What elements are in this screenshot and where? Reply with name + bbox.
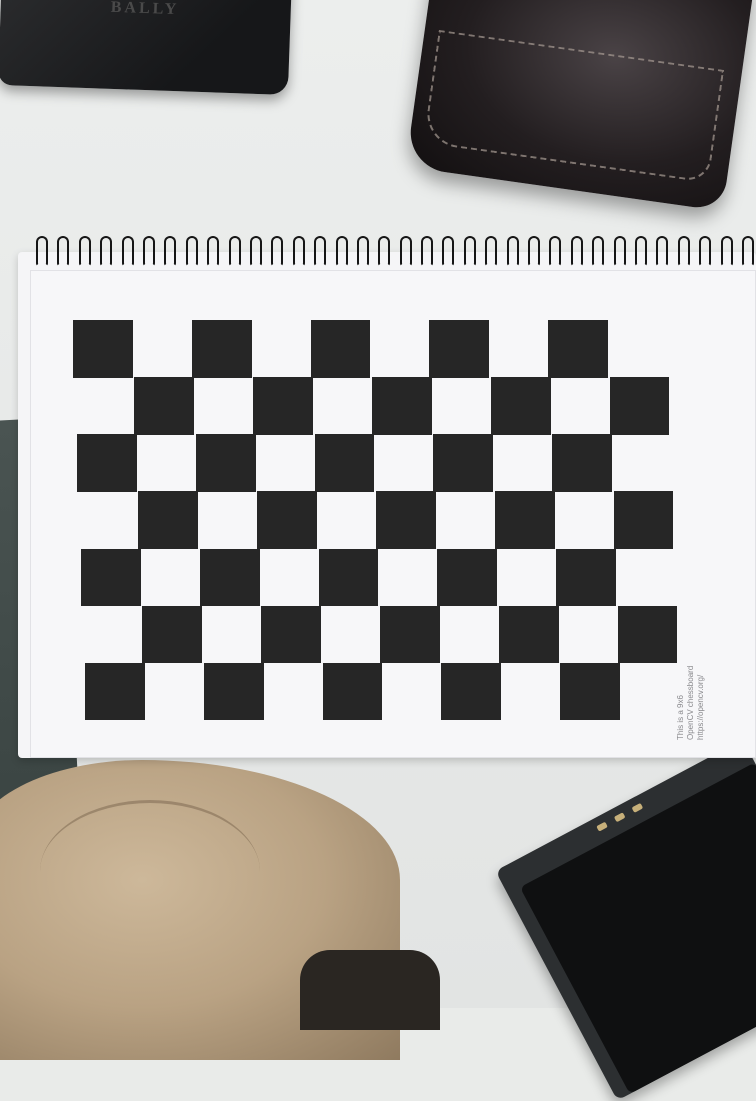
chessboard-dark-square — [429, 320, 490, 378]
laptop-port — [596, 821, 608, 832]
chessboard-dark-square — [494, 491, 555, 550]
spiral-coil — [57, 236, 70, 266]
chessboard-dark-square — [548, 320, 609, 378]
chessboard-dark-square — [613, 491, 674, 550]
dark-shadow — [300, 950, 440, 1030]
laptop-port — [631, 802, 644, 813]
spiral-coil — [677, 236, 690, 266]
opencv-chessboard — [73, 320, 678, 721]
spiral-coil — [485, 236, 498, 266]
chessboard-dark-square — [376, 491, 436, 550]
chessboard-dark-square — [490, 377, 551, 435]
laptop-port — [613, 812, 626, 823]
small-black-wallet: BALLY — [0, 0, 293, 96]
spiral-coil — [292, 236, 305, 266]
chessboard-dark-square — [142, 605, 203, 664]
spiral-coil — [549, 236, 562, 266]
spiral-coil — [613, 236, 626, 266]
trousers-fold — [40, 800, 260, 943]
chessboard-dark-square — [134, 377, 195, 435]
chessboard-dark-square — [253, 377, 314, 435]
chessboard-dark-square — [498, 605, 559, 664]
chessboard-dark-square — [199, 548, 260, 607]
chessboard-dark-square — [609, 377, 670, 435]
spiral-coil — [399, 236, 412, 266]
spiral-coil — [699, 236, 712, 266]
spiral-coil — [378, 236, 391, 266]
spiral-coil — [121, 236, 134, 266]
spiral-binding — [30, 236, 756, 272]
spiral-coil — [185, 236, 198, 266]
chessboard-dark-square — [191, 320, 252, 378]
spiral-coil — [249, 236, 262, 266]
chessboard-dark-square — [322, 662, 383, 721]
spiral-coil — [463, 236, 476, 266]
spiral-coil — [570, 236, 583, 266]
spiral-coil — [164, 236, 177, 266]
spiral-coil — [100, 236, 113, 266]
chessboard-dark-square — [617, 605, 678, 664]
chessboard-caption: This is a 9x6 OpenCV chessboard https://… — [676, 666, 706, 740]
spiral-coil — [421, 236, 434, 266]
caption-line-3: https://opencv.org/ — [696, 674, 705, 740]
caption-line-1: This is a 9x6 — [676, 695, 685, 740]
chessboard-dark-square — [314, 434, 375, 492]
chessboard-dark-square — [261, 605, 322, 664]
spiral-coil — [442, 236, 455, 266]
chessboard-dark-square — [81, 548, 141, 607]
spiral-coil — [635, 236, 648, 266]
chessboard-dark-square — [77, 434, 137, 492]
chessboard-dark-square — [560, 662, 621, 721]
spiral-coil — [656, 236, 669, 266]
chessboard-dark-square — [437, 548, 498, 607]
chessboard-dark-square — [556, 548, 617, 607]
chessboard-dark-square — [138, 491, 199, 550]
wallet-stitching — [423, 29, 725, 183]
caption-line-2: OpenCV chessboard — [686, 665, 695, 740]
spiral-coil — [207, 236, 220, 266]
spiral-coil — [335, 236, 348, 266]
chessboard-dark-square — [310, 320, 371, 378]
chessboard-dark-square — [433, 434, 494, 492]
chessboard-dark-square — [441, 662, 502, 721]
chessboard-dark-square — [372, 377, 432, 435]
spiral-coil — [271, 236, 284, 266]
spiral-coil — [142, 236, 155, 266]
chessboard-dark-square — [73, 320, 133, 378]
chessboard-dark-square — [257, 491, 318, 550]
chessboard-dark-square — [318, 548, 379, 607]
spiral-coil — [314, 236, 327, 266]
spiral-coil — [742, 236, 754, 266]
spiral-coil — [720, 236, 733, 266]
chessboard-dark-square — [203, 662, 264, 721]
spiral-coil — [506, 236, 519, 266]
spiral-coil — [228, 236, 241, 266]
chessboard-dark-square — [195, 434, 256, 492]
chessboard-dark-square — [552, 434, 613, 492]
chessboard-dark-square — [85, 662, 145, 721]
spiral-coil — [528, 236, 541, 266]
spiral-coil — [78, 236, 91, 266]
spiral-coil — [356, 236, 369, 266]
chessboard-dark-square — [380, 605, 440, 664]
spiral-coil — [592, 236, 605, 266]
spiral-coil — [36, 236, 48, 266]
wallet-logo: BALLY — [110, 0, 180, 19]
